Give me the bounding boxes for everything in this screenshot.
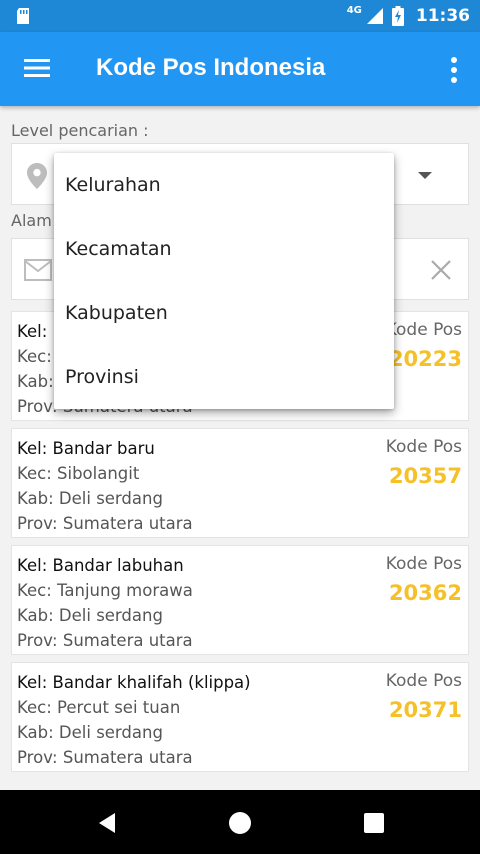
card-kelurahan: Kel: Bandar labuhan bbox=[17, 556, 184, 575]
result-card[interactable]: Kel: Bandar baru Kec: Sibolangit Kab: De… bbox=[11, 428, 469, 538]
card-provinsi: Prov: Sumatera utara bbox=[17, 631, 193, 650]
card-kecamatan: Kec: Tanjung morawa bbox=[17, 581, 193, 600]
battery-charging-icon bbox=[391, 6, 404, 26]
card-kelurahan: Kel: Bandar baru bbox=[17, 439, 155, 458]
result-card[interactable]: Kel: Bandar labuhan Kec: Tanjung morawa … bbox=[11, 545, 469, 655]
card-kode-pos-label: Kode Pos bbox=[385, 554, 462, 574]
dropdown-option-kecamatan[interactable]: Kecamatan bbox=[54, 217, 394, 281]
card-kode-pos-value: 20223 bbox=[388, 347, 462, 371]
card-kelurahan: Kel: Bandar khalifah (klippa) bbox=[17, 673, 251, 692]
card-provinsi: Prov: Sumatera utara bbox=[17, 514, 193, 533]
dropdown-option-kelurahan[interactable]: Kelurahan bbox=[54, 153, 394, 217]
card-kode-pos-label: Kode Pos bbox=[385, 320, 462, 340]
mail-icon bbox=[24, 259, 52, 281]
clear-icon[interactable] bbox=[430, 259, 452, 281]
sd-card-icon bbox=[17, 8, 29, 24]
clock: 11:36 bbox=[415, 6, 470, 26]
dropdown-option-provinsi[interactable]: Provinsi bbox=[54, 345, 394, 409]
back-icon[interactable] bbox=[94, 810, 120, 836]
dropdown-option-kabupaten[interactable]: Kabupaten bbox=[54, 281, 394, 345]
dropdown-caret-icon bbox=[418, 172, 432, 179]
app-bar: Kode Pos Indonesia bbox=[0, 32, 480, 106]
card-kode-pos-label: Kode Pos bbox=[385, 437, 462, 457]
level-label: Level pencarian : bbox=[11, 121, 149, 140]
status-bar: 4G 11:36 bbox=[0, 0, 480, 32]
card-provinsi: Prov: Sumatera utara bbox=[17, 748, 193, 767]
card-kode-pos-value: 20357 bbox=[388, 464, 462, 488]
more-vert-icon[interactable] bbox=[450, 56, 458, 84]
navigation-bar bbox=[0, 790, 480, 854]
card-kabupaten: Kab: bbox=[17, 372, 54, 391]
home-icon[interactable] bbox=[227, 810, 253, 836]
network-type: 4G bbox=[346, 4, 362, 16]
card-kode-pos-value: 20371 bbox=[388, 698, 462, 722]
signal-icon bbox=[366, 8, 383, 24]
card-kode-pos-value: 20362 bbox=[388, 581, 462, 605]
page-title: Kode Pos Indonesia bbox=[96, 54, 326, 81]
card-kabupaten: Kab: Deli serdang bbox=[17, 723, 163, 742]
card-kecamatan: Kec: Percut sei tuan bbox=[17, 698, 181, 717]
level-dropdown-menu: Kelurahan Kecamatan Kabupaten Provinsi bbox=[54, 153, 394, 409]
location-pin-icon bbox=[27, 163, 47, 189]
card-kode-pos-label: Kode Pos bbox=[385, 671, 462, 691]
address-label: Alam bbox=[11, 211, 52, 230]
card-kabupaten: Kab: Deli serdang bbox=[17, 489, 163, 508]
recents-icon[interactable] bbox=[361, 810, 387, 836]
card-kecamatan: Kec: Sibolangit bbox=[17, 464, 140, 483]
menu-icon[interactable] bbox=[24, 57, 50, 79]
card-kabupaten: Kab: Deli serdang bbox=[17, 606, 163, 625]
result-card[interactable]: Kel: Bandar khalifah (klippa) Kec: Percu… bbox=[11, 662, 469, 772]
card-kecamatan: Kec: bbox=[17, 347, 52, 366]
card-kelurahan: Kel: I bbox=[17, 322, 58, 341]
